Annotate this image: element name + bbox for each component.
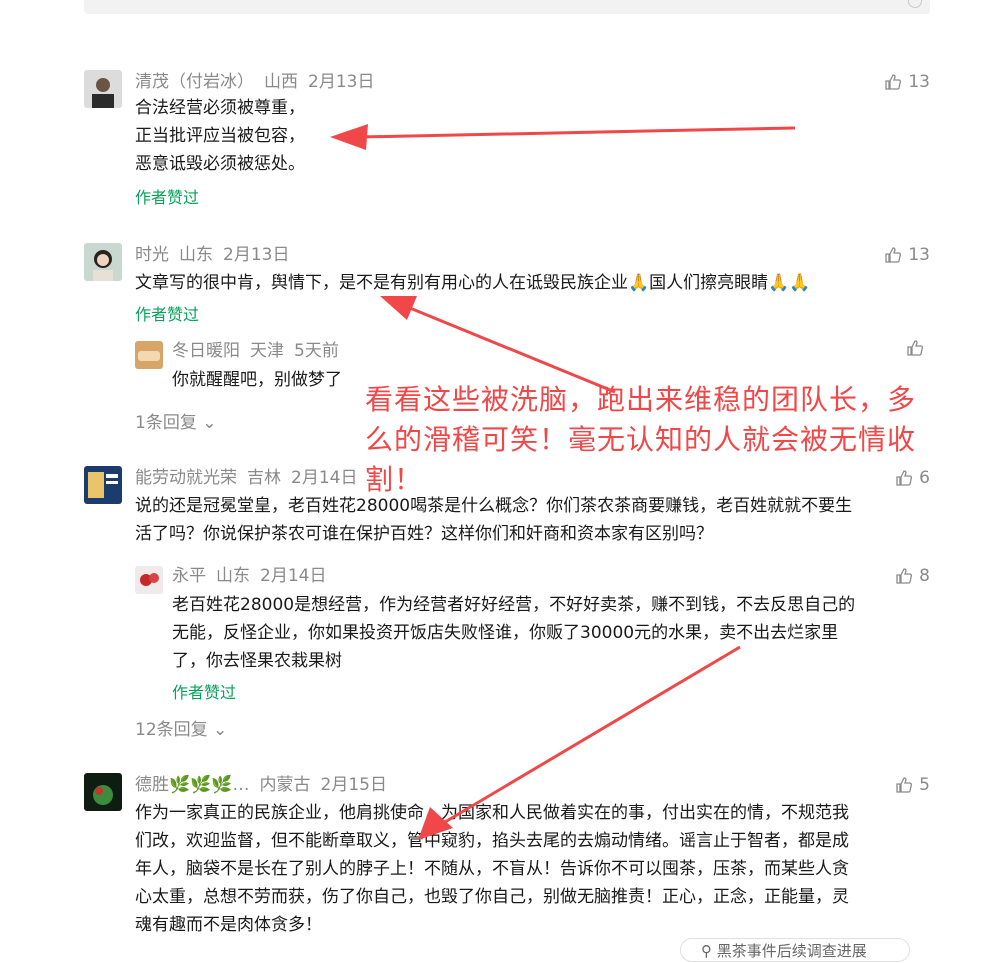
more-replies-link[interactable]: 1条回复 ⌄ [135, 408, 216, 433]
reply-text: 你就醒醒吧，别做梦了 [172, 370, 342, 390]
avatar[interactable] [84, 70, 122, 108]
comment-line: 年人，脑袋不是长在了别人的脖子上！不随从，不盲从！告诉你不可以囤茶，压茶，而某些… [135, 859, 849, 879]
reply-line: 老百姓花28000是想经营，作为经营者好好经营，不好好卖茶，赚不到钱，不去反思自… [172, 595, 856, 615]
avatar[interactable] [84, 243, 122, 281]
comment-item: 能劳动就光荣 吉林 2月14日 6 说的还是冠冕堂皇，老百姓花28000喝茶是什么概… [84, 466, 930, 746]
avatar[interactable] [84, 466, 122, 504]
comment-line: 心太重，总想不劳而获，伤了你自己，也毁了你自己，别做无脑推责！正心，正念，正能量… [135, 887, 849, 907]
related-search-pill[interactable]: ⚲ 黑茶事件后续调查进展 [680, 938, 910, 962]
comment-meta: 能劳动就光荣 吉林 2月14日 [135, 466, 367, 490]
top-card [84, 0, 930, 14]
comment-date: 2月13日 [223, 245, 290, 265]
comment-text: 合法经营必须被尊重， 正当批评应当被包容， 恶意诋毁必须被惩处。 [135, 94, 305, 178]
reply-text: 老百姓花28000是想经营，作为经营者好好经营，不好好卖茶，赚不到钱，不去反思自… [172, 591, 855, 675]
comment-item: 德胜🌿🌿🌿… 内蒙古 2月15日 5 作为一家真正的民族企业，他肩挑使命，为国家和人… [84, 773, 930, 956]
reply-location: 山东 [216, 566, 250, 586]
comment-line: 魂有趣而不是肉体贪多！ [135, 915, 322, 935]
comment-date: 2月14日 [291, 468, 358, 488]
reply-like-count: 8 [919, 566, 930, 586]
author-liked-badge: 作者赞过 [135, 305, 200, 324]
related-search-label: 黑茶事件后续调查进展 [716, 942, 867, 960]
reply-line: 了，你去怪果农栽果树 [172, 651, 342, 671]
comment-location: 内蒙古 [259, 775, 311, 795]
reply-meta: 永平 山东 2月14日 [172, 564, 336, 588]
comment-line: 合法经营必须被尊重， [135, 98, 305, 118]
thumbs-up-icon [885, 74, 902, 90]
author-liked-badge: 作者赞过 [172, 683, 237, 702]
reply-author[interactable]: 冬日暖阳 [172, 341, 240, 361]
comment-meta: 清茂（付岩冰） 山西 2月13日 [135, 70, 384, 94]
like-button[interactable]: 13 [884, 243, 930, 267]
comment-location: 山西 [264, 72, 298, 92]
search-icon[interactable] [908, 0, 922, 8]
comment-line: 们改，欢迎监督，但不能断章取义，管中窥豹，掐头去尾的去煽动情绪。谣言止于智者，都… [135, 831, 849, 851]
thumbs-up-icon [907, 340, 923, 356]
more-replies-label: 12条回复 [135, 720, 208, 740]
comment-line: 活了吗？你说保护茶农可谁在保护百姓？这样你们和奸商和资本家有区别吗？ [135, 524, 713, 544]
comment-author[interactable]: 德胜🌿🌿🌿… [135, 775, 250, 795]
reply-location: 天津 [250, 341, 284, 361]
reply-meta: 冬日暖阳 天津 5天前 [172, 339, 349, 363]
annotation-text: 看看这些被洗脑，跑出来维稳的团队长，多 么的滑稽可笑！毫无认知的人就会被无情收 … [365, 380, 945, 500]
like-count: 13 [908, 72, 930, 92]
reply-avatar[interactable] [135, 566, 163, 594]
author-liked-badge: 作者赞过 [135, 188, 200, 207]
like-count: 13 [908, 245, 930, 265]
thumbs-up-icon [896, 777, 913, 793]
comment-text: 说的还是冠冕堂皇，老百姓花28000喝茶是什么概念？你们茶农茶商要赚钱，老百姓就… [135, 492, 852, 548]
reply-like-button[interactable]: 8 [895, 564, 930, 588]
annotation-line: 么的滑稽可笑！毫无认知的人就会被无情收 [365, 423, 917, 456]
comment-location: 吉林 [247, 468, 281, 488]
thumbs-up-icon [896, 568, 913, 584]
like-button[interactable]: 5 [895, 773, 930, 797]
comment-text: 作为一家真正的民族企业，他肩挑使命，为国家和人民做着实在的事，付出实在的情，不规… [135, 799, 849, 939]
comment-author[interactable]: 时光 [135, 245, 169, 265]
reply-like-button[interactable] [906, 339, 930, 357]
thumbs-up-icon [885, 247, 902, 263]
comment-line: 作为一家真正的民族企业，他肩挑使命，为国家和人民做着实在的事，付出实在的情，不规… [135, 803, 849, 823]
comment-author[interactable]: 清茂（付岩冰） [135, 72, 254, 92]
comment-text: 文章写的很中肯，舆情下，是不是有别有用心的人在诋毁民族企业🙏国人们擦亮眼睛🙏🙏 [135, 273, 811, 293]
comment-meta: 德胜🌿🌿🌿… 内蒙古 2月15日 [135, 773, 397, 797]
reply-date: 5天前 [294, 341, 339, 361]
comment-author[interactable]: 能劳动就光荣 [135, 468, 237, 488]
comment-location: 山东 [179, 245, 213, 265]
comment-item: 清茂（付岩冰） 山西 2月13日 13 合法经营必须被尊重， 正当批评应当被包容， … [84, 70, 930, 210]
reply-date: 2月14日 [260, 566, 327, 586]
annotation-line: 看看这些被洗脑，跑出来维稳的团队长，多 [365, 383, 917, 416]
comment-line: 正当批评应当被包容， [135, 126, 305, 146]
comment-line: 恶意诋毁必须被惩处。 [135, 154, 305, 174]
like-button[interactable]: 13 [884, 70, 930, 94]
annotation-line: 割！ [365, 463, 424, 496]
avatar[interactable] [84, 773, 122, 811]
like-count: 5 [919, 775, 930, 795]
chevron-down-icon: ⌄ [207, 720, 228, 740]
comment-meta: 时光 山东 2月13日 [135, 243, 299, 267]
chevron-down-icon: ⌄ [196, 413, 217, 433]
comment-date: 2月13日 [308, 72, 375, 92]
reply-avatar[interactable] [135, 341, 163, 369]
reply-line: 无能，反怪企业，你如果投资开饭店失败怪谁，你贩了30000元的水果，卖不出去烂家… [172, 623, 839, 643]
more-replies-link[interactable]: 12条回复 ⌄ [135, 715, 227, 740]
more-replies-label: 1条回复 [135, 413, 197, 433]
comment-date: 2月15日 [320, 775, 387, 795]
search-icon: ⚲ [701, 942, 717, 960]
reply-author[interactable]: 永平 [172, 566, 206, 586]
